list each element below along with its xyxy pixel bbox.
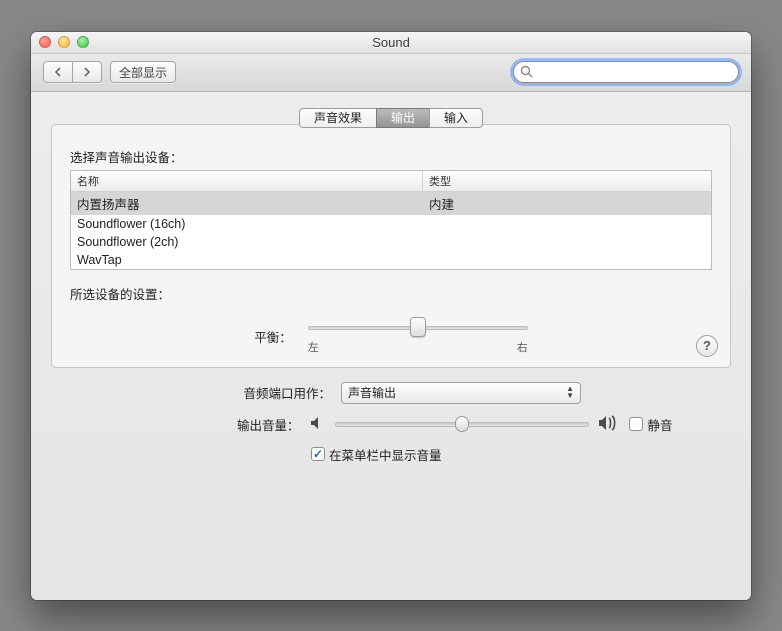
speaker-low-icon bbox=[309, 415, 327, 434]
col-name-header[interactable]: 名称 bbox=[71, 171, 423, 191]
audio-port-select[interactable]: 声音输出 ▲▼ bbox=[341, 382, 581, 404]
col-type-header[interactable]: 类型 bbox=[423, 171, 711, 191]
device-name: WavTap bbox=[71, 252, 423, 268]
select-device-label: 选择声音输出设备： bbox=[70, 147, 712, 166]
close-button[interactable] bbox=[39, 36, 51, 48]
checkbox-box bbox=[311, 447, 325, 461]
chevron-left-icon bbox=[52, 66, 64, 78]
output-panel: 选择声音输出设备： 名称 类型 内置扬声器 内建 Soundflower (16… bbox=[51, 124, 731, 368]
device-type bbox=[423, 234, 711, 250]
checkbox-box bbox=[629, 417, 643, 431]
mute-checkbox[interactable]: 静音 bbox=[629, 415, 672, 434]
tabs: 声音效果 输出 输入 bbox=[51, 108, 731, 128]
device-type: 内建 bbox=[423, 193, 711, 214]
table-row[interactable]: WavTap bbox=[71, 251, 711, 269]
zoom-button[interactable] bbox=[77, 36, 89, 48]
balance-max: 右 bbox=[517, 339, 528, 355]
audio-port-value: 声音输出 bbox=[348, 384, 396, 401]
selected-device-settings-label: 所选设备的设置： bbox=[70, 284, 712, 303]
balance-min: 左 bbox=[308, 339, 319, 355]
device-name: Soundflower (16ch) bbox=[71, 216, 423, 232]
device-name: 内置扬声器 bbox=[71, 193, 423, 214]
show-in-menubar-label: 在菜单栏中显示音量 bbox=[329, 445, 442, 464]
help-button[interactable]: ? bbox=[696, 335, 718, 357]
sound-prefpane-window: Sound 全部显示 声音效果 输出 输入 选择声音输出设备： bbox=[31, 32, 751, 600]
device-table: 名称 类型 内置扬声器 内建 Soundflower (16ch) Soundf… bbox=[70, 170, 712, 270]
balance-label: 平衡： bbox=[254, 327, 292, 346]
balance-slider[interactable] bbox=[308, 319, 528, 335]
search-icon bbox=[520, 65, 533, 81]
chevron-right-icon bbox=[81, 66, 93, 78]
audio-port-label: 音频端口用作： bbox=[141, 383, 331, 402]
toolbar: 全部显示 bbox=[31, 54, 751, 92]
table-row[interactable]: 内置扬声器 内建 bbox=[71, 192, 711, 215]
search-input[interactable] bbox=[513, 61, 739, 83]
output-volume-slider[interactable] bbox=[335, 416, 589, 432]
device-type bbox=[423, 252, 711, 268]
tab-sound-effects[interactable]: 声音效果 bbox=[299, 108, 377, 128]
table-row[interactable]: Soundflower (16ch) bbox=[71, 215, 711, 233]
device-type bbox=[423, 216, 711, 232]
minimize-button[interactable] bbox=[58, 36, 70, 48]
show-all-button[interactable]: 全部显示 bbox=[110, 61, 176, 83]
window-title: Sound bbox=[31, 35, 751, 50]
tab-output[interactable]: 输出 bbox=[376, 108, 430, 128]
updown-icon: ▲▼ bbox=[566, 386, 574, 399]
output-volume-label: 输出音量： bbox=[109, 415, 299, 434]
nav-back-button[interactable] bbox=[43, 61, 73, 83]
table-header: 名称 类型 bbox=[71, 171, 711, 192]
mute-label: 静音 bbox=[647, 415, 672, 434]
table-row[interactable]: Soundflower (2ch) bbox=[71, 233, 711, 251]
device-name: Soundflower (2ch) bbox=[71, 234, 423, 250]
speaker-high-icon bbox=[597, 414, 619, 435]
show-in-menubar-checkbox[interactable]: 在菜单栏中显示音量 bbox=[311, 445, 611, 464]
tab-input[interactable]: 输入 bbox=[429, 108, 483, 128]
nav-forward-button[interactable] bbox=[72, 61, 102, 83]
titlebar: Sound bbox=[31, 32, 751, 54]
